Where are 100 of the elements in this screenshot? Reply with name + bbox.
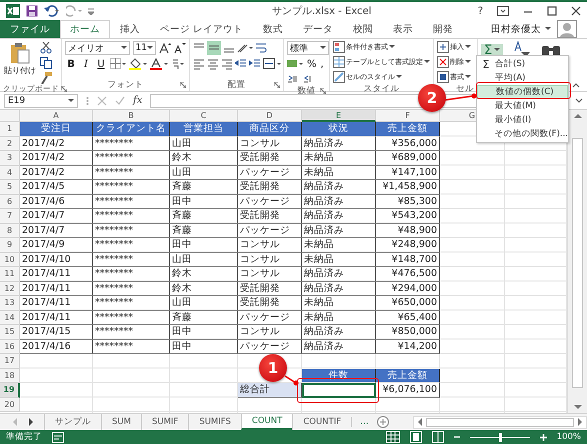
ribbon-tab[interactable]: ホーム — [60, 20, 110, 38]
dialog-launcher-icon[interactable] — [180, 82, 186, 88]
table-cell[interactable]: 2017/4/5 — [20, 180, 93, 194]
table-cell[interactable]: 未納品 — [302, 310, 376, 325]
table-cell[interactable]: 2017/4/9 — [20, 238, 93, 252]
align-middle-icon[interactable] — [207, 41, 221, 55]
name-box[interactable]: E19 — [4, 94, 78, 108]
fill-color-icon[interactable] — [129, 58, 147, 70]
format-painter-icon[interactable] — [40, 72, 52, 84]
table-cell[interactable]: 斉藤 — [170, 180, 238, 194]
column-header[interactable]: C — [170, 110, 238, 122]
expand-caret-icon[interactable] — [575, 98, 583, 104]
row-header[interactable]: 4 — [0, 166, 20, 180]
table-cell[interactable]: 納品済み — [302, 136, 376, 151]
row-header[interactable]: 14 — [0, 310, 20, 325]
table-cell[interactable]: コンサル — [238, 267, 302, 282]
scissors-icon[interactable] — [40, 42, 52, 54]
table-cell[interactable]: ******** — [93, 296, 170, 310]
align-right-icon[interactable] — [221, 58, 233, 70]
table-cell[interactable]: 納品済み — [302, 340, 376, 354]
column-header[interactable]: A — [20, 110, 93, 122]
ribbon-tab[interactable]: ファイル — [0, 20, 60, 38]
table-cell[interactable]: ¥476,500 — [376, 267, 440, 282]
table-cell[interactable]: ******** — [93, 224, 170, 238]
customize-caret-icon[interactable] — [88, 7, 94, 15]
table-cell[interactable]: 2017/4/2 — [20, 166, 93, 180]
table-cell[interactable]: 山田 — [170, 252, 238, 267]
row-header[interactable]: 3 — [0, 151, 20, 166]
table-cell[interactable]: 田中 — [170, 325, 238, 340]
table-cell[interactable]: 山田 — [170, 136, 238, 151]
table-cell[interactable]: ******** — [93, 325, 170, 340]
row-header[interactable]: 19 — [0, 383, 20, 398]
table-header[interactable]: 売上金額 — [376, 368, 440, 383]
ribbon-tab[interactable]: 表示 — [383, 20, 424, 38]
table-cell[interactable]: 総合計 — [238, 383, 302, 398]
table-cell[interactable]: 受託開発 — [238, 151, 302, 166]
table-header[interactable]: 営業担当 — [170, 122, 238, 136]
ribbon-display-icon[interactable] — [497, 6, 509, 16]
collapse-ribbon-icon[interactable] — [572, 82, 580, 88]
dialog-launcher-icon[interactable] — [320, 88, 326, 94]
table-cell[interactable]: ¥850,000 — [376, 325, 440, 340]
help-button[interactable]: ? — [478, 6, 483, 16]
menu-item[interactable]: Σ 合計(S) — [477, 57, 568, 71]
zoom-out-icon[interactable] — [454, 434, 460, 440]
table-cell[interactable]: ¥543,200 — [376, 209, 440, 224]
comma-button[interactable]: , — [320, 58, 324, 70]
table-cell[interactable]: 受託開発 — [238, 296, 302, 310]
table-cell[interactable]: 未納品 — [302, 296, 376, 310]
table-cell[interactable]: ¥650,000 — [376, 296, 440, 310]
row-header[interactable]: 16 — [0, 340, 20, 354]
menu-item[interactable]: 数値の個数(C) — [477, 85, 568, 99]
table-cell[interactable]: ******** — [93, 136, 170, 151]
zoom-level[interactable]: 100% — [556, 432, 581, 442]
close-icon[interactable] — [571, 6, 581, 16]
table-cell[interactable]: 納品済み — [302, 194, 376, 209]
ribbon-tab[interactable]: 校閲 — [343, 20, 384, 38]
font-color-icon[interactable] — [150, 58, 168, 70]
row-header[interactable]: 18 — [0, 368, 20, 383]
table-cell[interactable]: 斉藤 — [170, 209, 238, 224]
font-size-dropdown[interactable]: 11 — [132, 41, 156, 55]
table-cell[interactable]: ¥1,458,900 — [376, 180, 440, 194]
table-cell[interactable]: ******** — [93, 209, 170, 224]
table-cell[interactable]: ******** — [93, 310, 170, 325]
user-name[interactable]: 田村奈優太 — [491, 22, 541, 36]
table-cell[interactable]: 未納品 — [302, 252, 376, 267]
table-cell[interactable]: 山田 — [170, 296, 238, 310]
table-cell[interactable]: 田中 — [170, 340, 238, 354]
table-cell[interactable]: ¥294,000 — [376, 282, 440, 296]
font-name-dropdown[interactable]: メイリオ — [65, 41, 130, 55]
ribbon-tab[interactable]: データ — [293, 20, 344, 38]
autosum-button[interactable]: Σ — [481, 44, 504, 56]
table-cell[interactable]: パッケージ — [238, 340, 302, 354]
underline-button[interactable]: U — [95, 58, 107, 70]
table-cell[interactable]: 2017/4/11 — [20, 267, 93, 282]
row-header[interactable]: 20 — [0, 398, 20, 412]
table-cell[interactable]: 2017/4/2 — [20, 151, 93, 166]
ribbon-tab[interactable]: ページ レイアウト — [150, 20, 254, 38]
percent-button[interactable]: % — [307, 58, 317, 70]
table-cell[interactable]: コンサル — [238, 238, 302, 252]
table-header[interactable]: 状況 — [302, 122, 376, 136]
table-cell[interactable]: 受託開発 — [238, 282, 302, 296]
italic-button[interactable]: I — [80, 58, 92, 70]
table-cell[interactable]: 2017/4/6 — [20, 194, 93, 209]
table-cell[interactable]: ¥248,900 — [376, 238, 440, 252]
increase-decimal-icon[interactable] — [287, 73, 299, 85]
bold-button[interactable]: B — [65, 58, 77, 70]
phonetic-icon[interactable] — [171, 58, 185, 70]
table-cell[interactable]: 納品済み — [302, 282, 376, 296]
add-sheet-icon[interactable] — [376, 416, 389, 428]
page-layout-view-icon[interactable] — [410, 431, 422, 443]
vertical-scrollbar[interactable] — [567, 110, 587, 413]
table-cell[interactable]: パッケージ — [238, 224, 302, 238]
table-cell[interactable]: 未納品 — [302, 151, 376, 166]
selected-cell[interactable] — [302, 383, 376, 398]
table-cell[interactable]: ¥6,076,100 — [376, 383, 440, 398]
table-cell[interactable]: 山田 — [170, 166, 238, 180]
normal-view-icon[interactable] — [386, 431, 400, 443]
table-cell[interactable]: ¥85,300 — [376, 194, 440, 209]
next-sheet-icon[interactable] — [28, 418, 34, 426]
page-break-view-icon[interactable] — [432, 431, 444, 443]
